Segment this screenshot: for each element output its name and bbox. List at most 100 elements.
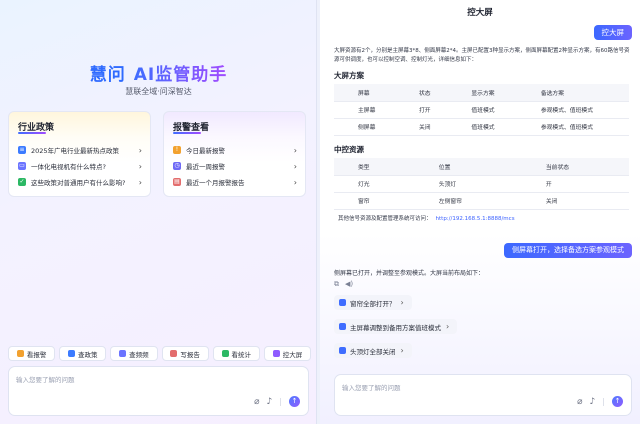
table-cell: 左侧窗帘 bbox=[414, 192, 522, 210]
impact-icon: ✓ bbox=[18, 178, 26, 186]
attach-icon[interactable]: ⌀ bbox=[577, 397, 582, 407]
microphone-icon[interactable]: ♪ bbox=[267, 397, 273, 407]
shortcut-screen[interactable]: 控大屏 bbox=[263, 346, 312, 361]
question-input[interactable]: 输入您要了解的问题 ⌀ ♪ | ↑ bbox=[8, 366, 309, 416]
brand-subtitle: 慧联全域·问深智达 bbox=[125, 87, 192, 96]
item-label: 最近一周报警 bbox=[186, 163, 225, 171]
shortcut-label: 查政策 bbox=[78, 350, 98, 359]
table-cell: 参观模式、值班模式 bbox=[516, 101, 629, 119]
shortcut-report[interactable]: 写报告 bbox=[161, 346, 209, 361]
chat-panel: 控大屏 控大屏 大屏资源有2个，分别是主屏幕3*8、侧面屏幕2*4。主屏已配置3… bbox=[320, 0, 640, 424]
section-title-screens: 大屏方案 bbox=[334, 71, 364, 80]
chevron-right-icon: › bbox=[293, 161, 297, 171]
chevron-right-icon: › bbox=[138, 177, 142, 187]
resource-note: 其他信号资源及配置管理系统可访问： http://192.168.5.1:8888… bbox=[338, 214, 515, 222]
item-label: 最近一个月报警报告 bbox=[186, 179, 245, 187]
shortcut-label: 看统计 bbox=[231, 350, 252, 359]
home-panel: 慧问 AI监管助手 慧联全域·问深智达 行业政策 ≡ 2025年广电行业最新热点政… bbox=[0, 0, 317, 424]
user-message: 侧屏幕打开，选择备选方案参观模式 bbox=[504, 243, 632, 258]
table-row: 主屏幕 打开 值班模式 参观模式、值班模式 bbox=[334, 101, 629, 119]
table-cell: 打开 bbox=[394, 101, 448, 119]
item-label: 2025年广电行业最新热点政策 bbox=[31, 147, 120, 155]
shortcut-policy[interactable]: 查政策 bbox=[59, 346, 107, 361]
divider: | bbox=[279, 397, 282, 406]
table-header: 位置 bbox=[414, 158, 522, 176]
alert-view-card: 报警查看 ! 今日最新报警 › ◷ 最近一周报警 › ▤ 最近一个月报警报告 › bbox=[163, 111, 306, 197]
report-icon bbox=[170, 350, 178, 357]
microphone-icon[interactable]: ♪ bbox=[590, 397, 596, 407]
shortcut-frequency[interactable]: 查频频 bbox=[110, 346, 158, 361]
table-row: 灯光 头顶灯 开 bbox=[334, 175, 629, 193]
send-button[interactable]: ↑ bbox=[289, 396, 300, 407]
suggestion-chip[interactable]: 主屏幕调整到备用方案值班模式 › bbox=[334, 319, 458, 334]
attach-icon[interactable]: ⌀ bbox=[254, 397, 259, 407]
frequency-icon bbox=[119, 350, 127, 357]
chevron-right-icon: › bbox=[293, 177, 297, 187]
policy-item[interactable]: ≡ 2025年广电行业最新热点政策 › bbox=[9, 142, 150, 158]
input-placeholder: 输入您要了解的问题 bbox=[16, 376, 75, 384]
table-header: 状态 bbox=[394, 84, 448, 102]
alert-item[interactable]: ▤ 最近一个月报警报告 › bbox=[164, 174, 305, 190]
table-header: 屏幕 bbox=[334, 84, 395, 102]
suggestion-icon bbox=[339, 323, 346, 330]
table-cell: 值班模式 bbox=[447, 101, 517, 119]
shortcut-label: 查频频 bbox=[129, 350, 149, 359]
title-underline bbox=[173, 132, 201, 134]
reply-toolbar: ⧉ ◀) bbox=[334, 280, 353, 289]
policy-item[interactable]: ✓ 这些政策对普通用户有什么影响? › bbox=[9, 174, 150, 190]
suggestion-chip[interactable]: 头顶灯全部关闭 › bbox=[334, 343, 412, 358]
alarm-icon bbox=[16, 350, 24, 357]
tv-icon: ▭ bbox=[18, 162, 26, 170]
screens-table: 屏幕 状态 显示方案 备选方案 主屏幕 打开 值班模式 参观模式、值班模式 侧屏… bbox=[334, 84, 629, 136]
copy-icon[interactable]: ⧉ bbox=[334, 280, 339, 289]
shortcut-stats[interactable]: 看统计 bbox=[212, 346, 260, 361]
note-label: 其他信号资源及配置管理系统可访问： bbox=[338, 216, 432, 222]
speaker-icon[interactable]: ◀) bbox=[345, 280, 353, 289]
chevron-right-icon: › bbox=[138, 145, 142, 155]
table-cell: 窗帘 bbox=[334, 192, 415, 210]
table-cell: 关闭 bbox=[394, 118, 448, 136]
brand-title: 慧问 AI监管助手 bbox=[0, 60, 317, 85]
suggestion-chip[interactable]: 窗帘全部打开？ › bbox=[334, 295, 412, 310]
chevron-right-icon: › bbox=[138, 161, 142, 171]
chevron-right-icon: › bbox=[400, 346, 404, 355]
table-header: 当前状态 bbox=[521, 158, 629, 176]
input-toolbar: ⌀ ♪ | ↑ bbox=[254, 396, 300, 407]
shortcut-label: 控大屏 bbox=[282, 350, 303, 359]
send-button[interactable]: ↑ bbox=[612, 396, 623, 407]
suggestion-icon bbox=[339, 347, 346, 354]
alert-item[interactable]: ◷ 最近一周报警 › bbox=[164, 158, 305, 174]
table-cell: 关闭 bbox=[521, 192, 629, 210]
table-header-row: 类型 位置 当前状态 bbox=[334, 158, 629, 176]
table-header: 备选方案 bbox=[516, 84, 629, 102]
assistant-reply: 侧屏幕已打开，并调整至参观模式。大屏当前布局如下： bbox=[334, 270, 485, 277]
mcs-link[interactable]: http://192.168.5.1:8888/mcs bbox=[436, 216, 515, 222]
suggestion-label: 主屏幕调整到备用方案值班模式 bbox=[350, 323, 441, 332]
policy-item[interactable]: ▭ 一体化电视机有什么特点? › bbox=[9, 158, 150, 174]
table-cell: 灯光 bbox=[334, 175, 415, 193]
table-cell: 值班模式 bbox=[447, 118, 517, 136]
table-cell: 头顶灯 bbox=[414, 175, 522, 193]
industry-policy-card: 行业政策 ≡ 2025年广电行业最新热点政策 › ▭ 一体化电视机有什么特点? … bbox=[8, 111, 151, 197]
table-header: 显示方案 bbox=[447, 84, 517, 102]
chevron-right-icon: › bbox=[400, 298, 404, 307]
policy-icon bbox=[68, 350, 75, 357]
table-header-row: 屏幕 状态 显示方案 备选方案 bbox=[334, 84, 629, 102]
shortcut-label: 看报警 bbox=[26, 350, 47, 359]
brand-product: AI监管助手 bbox=[133, 65, 228, 85]
assistant-intro: 大屏资源有2个，分别是主屏幕3*8、侧面屏幕2*4。主屏已配置3种显示方案，侧面… bbox=[334, 48, 630, 63]
chevron-right-icon: › bbox=[293, 145, 297, 155]
section-title-control: 中控资源 bbox=[334, 145, 364, 154]
table-cell: 主屏幕 bbox=[334, 101, 395, 119]
shortcut-alarm[interactable]: 看报警 bbox=[8, 346, 56, 361]
alarm-icon: ! bbox=[173, 146, 181, 154]
alert-item[interactable]: ! 今日最新报警 › bbox=[164, 142, 305, 158]
table-row: 侧屏幕 关闭 值班模式 参观模式、值班模式 bbox=[334, 118, 629, 136]
table-header: 类型 bbox=[334, 158, 415, 176]
suggestion-label: 头顶灯全部关闭 bbox=[350, 347, 396, 356]
month-report-icon: ▤ bbox=[173, 178, 181, 186]
control-table: 类型 位置 当前状态 灯光 头顶灯 开 窗帘 左侧窗帘 关闭 bbox=[334, 158, 629, 210]
item-label: 这些政策对普通用户有什么影响? bbox=[31, 179, 126, 187]
question-input[interactable]: 输入您要了解的问题 ⌀ ♪ | ↑ bbox=[334, 374, 632, 416]
divider: | bbox=[602, 397, 605, 406]
